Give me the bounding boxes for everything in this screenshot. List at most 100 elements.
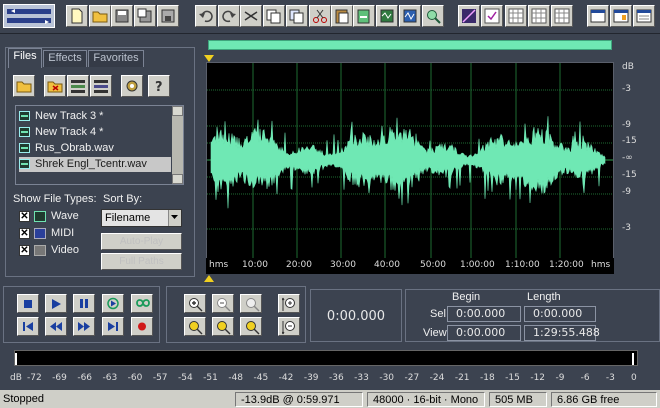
mix-paste-icon[interactable] bbox=[376, 5, 398, 27]
new-file-icon[interactable] bbox=[66, 5, 88, 27]
begin-header: Begin bbox=[452, 291, 481, 303]
tab-files[interactable]: Files bbox=[8, 48, 42, 68]
undo-icon[interactable] bbox=[195, 5, 217, 27]
meter-tick-label: -66 bbox=[77, 373, 93, 383]
pause-icon[interactable] bbox=[73, 294, 95, 313]
go-to-start-icon[interactable] bbox=[17, 317, 39, 336]
db-scale: dB -3 -9 -15 -∞ -15 -9 -3 bbox=[614, 62, 660, 272]
record-icon[interactable] bbox=[131, 317, 153, 336]
save-all-icon[interactable] bbox=[157, 5, 179, 27]
db-tick-label: -9 bbox=[622, 120, 631, 130]
insert-into-multitrack-icon[interactable] bbox=[67, 75, 89, 97]
grid-view-3-icon[interactable] bbox=[551, 5, 573, 27]
selection-length-field[interactable]: 0:00.000 bbox=[524, 306, 596, 322]
view-length-field[interactable]: 1:29:55.488 bbox=[524, 325, 600, 341]
zoom-to-right-edge-icon[interactable] bbox=[212, 317, 234, 336]
level-meter-bar bbox=[14, 350, 638, 366]
time-unit-right: hms bbox=[591, 260, 611, 270]
zoom-in-horizontal-icon[interactable] bbox=[184, 294, 206, 313]
paste-mix-icon[interactable] bbox=[399, 5, 421, 27]
file-list-scrollbar[interactable] bbox=[172, 106, 183, 184]
scroll-up-icon[interactable] bbox=[172, 106, 183, 116]
tab-effects[interactable]: Effects bbox=[43, 50, 87, 67]
open-folder-icon[interactable] bbox=[89, 5, 111, 27]
go-to-end-icon[interactable] bbox=[102, 317, 124, 336]
zoom-out-full-icon[interactable] bbox=[240, 294, 262, 313]
overview-range-bar[interactable] bbox=[208, 40, 612, 50]
meter-tick-label: -57 bbox=[152, 373, 168, 383]
selection-view-panel: Begin Length Sel View 0:00.000 0:00.000 … bbox=[405, 289, 660, 342]
db-tick-label: -15 bbox=[622, 136, 637, 146]
db-tick-label: -15 bbox=[622, 170, 637, 180]
paste-new-icon[interactable] bbox=[353, 5, 375, 27]
zoom-to-left-edge-icon[interactable] bbox=[184, 317, 206, 336]
help-icon[interactable]: ? bbox=[148, 75, 170, 97]
time-unit-left: hms bbox=[209, 260, 229, 270]
close-file-icon[interactable] bbox=[44, 75, 66, 97]
copy-icon[interactable] bbox=[263, 5, 285, 27]
open-file-icon[interactable] bbox=[13, 75, 35, 97]
video-checkbox[interactable]: ✕ bbox=[19, 245, 30, 256]
mode-switch-icon[interactable] bbox=[3, 4, 55, 28]
cut-icon[interactable] bbox=[309, 5, 331, 27]
midi-checkbox[interactable]: ✕ bbox=[19, 228, 30, 239]
time-display: 0:00.000 bbox=[310, 289, 402, 342]
file-list[interactable]: New Track 3 * New Track 4 * Rus_Obrab.wa… bbox=[15, 105, 184, 185]
meter-tick-label: -39 bbox=[303, 373, 319, 383]
check-view-icon[interactable] bbox=[481, 5, 503, 27]
redo-icon[interactable] bbox=[218, 5, 240, 27]
paste-icon[interactable] bbox=[331, 5, 353, 27]
window-cascade-icon[interactable] bbox=[633, 5, 655, 27]
sort-by-select[interactable]: Filename bbox=[101, 209, 182, 227]
zoom-to-selection-icon[interactable] bbox=[240, 317, 262, 336]
selection-begin-field[interactable]: 0:00.000 bbox=[447, 306, 521, 322]
stop-icon[interactable] bbox=[17, 294, 39, 313]
wave-checkbox[interactable]: ✕ bbox=[19, 211, 30, 222]
time-ruler[interactable]: hms hms 10:00 20:00 30:00 40:00 50:00 1:… bbox=[206, 258, 614, 274]
end-marker-icon[interactable] bbox=[204, 274, 214, 282]
meter-tick-label: -63 bbox=[102, 373, 118, 383]
chevron-down-icon[interactable] bbox=[168, 210, 181, 226]
fast-forward-icon[interactable] bbox=[73, 317, 95, 336]
tab-favorites[interactable]: Favorites bbox=[88, 50, 144, 67]
show-file-types-label: Show File Types: bbox=[13, 193, 97, 205]
list-item[interactable]: Rus_Obrab.wav bbox=[19, 141, 171, 156]
wave-label: Wave bbox=[51, 210, 79, 222]
meter-tick-label: -21 bbox=[454, 373, 470, 383]
zoom-in-vertical-icon[interactable] bbox=[278, 294, 300, 313]
scroll-down-icon[interactable] bbox=[172, 174, 183, 184]
waveform-canvas bbox=[207, 63, 613, 259]
grid-view-icon[interactable] bbox=[505, 5, 527, 27]
play-to-end-icon[interactable] bbox=[102, 294, 124, 313]
settings-icon[interactable] bbox=[121, 75, 143, 97]
zoom-out-vertical-icon[interactable] bbox=[278, 317, 300, 336]
window-icon[interactable] bbox=[587, 5, 609, 27]
time-tick-label: 20:00 bbox=[286, 260, 312, 270]
meter-tick-label: -3 bbox=[605, 373, 615, 383]
zoom-out-horizontal-icon[interactable] bbox=[212, 294, 234, 313]
list-item[interactable]: Shrek Engl_Tcentr.wav bbox=[19, 157, 171, 172]
insert-tracks-icon[interactable] bbox=[90, 75, 112, 97]
rewind-icon[interactable] bbox=[45, 317, 67, 336]
save-as-icon[interactable] bbox=[134, 5, 156, 27]
auto-play-button[interactable]: Auto-Play bbox=[101, 233, 182, 250]
window-list-icon[interactable] bbox=[610, 5, 632, 27]
db-tick-label: -3 bbox=[622, 223, 631, 233]
meter-tick-label: -51 bbox=[203, 373, 218, 383]
zoom-to-selection-icon[interactable] bbox=[422, 5, 444, 27]
grid-view-2-icon[interactable] bbox=[528, 5, 550, 27]
play-icon[interactable] bbox=[45, 294, 67, 313]
waveform-display[interactable] bbox=[206, 62, 614, 274]
list-item[interactable]: New Track 3 * bbox=[19, 109, 171, 124]
loop-icon[interactable] bbox=[131, 294, 153, 313]
list-item[interactable]: New Track 4 * bbox=[19, 125, 171, 140]
meter-unit: dB bbox=[10, 373, 22, 383]
meter-tick-label: -6 bbox=[580, 373, 590, 383]
meter-peak-left bbox=[15, 353, 17, 365]
save-icon[interactable] bbox=[111, 5, 133, 27]
spectral-view-icon[interactable] bbox=[458, 5, 480, 27]
copy-to-new-icon[interactable] bbox=[286, 5, 308, 27]
full-paths-button[interactable]: Full Paths bbox=[101, 253, 182, 270]
view-begin-field[interactable]: 0:00.000 bbox=[447, 325, 521, 341]
trim-icon[interactable] bbox=[240, 5, 262, 27]
